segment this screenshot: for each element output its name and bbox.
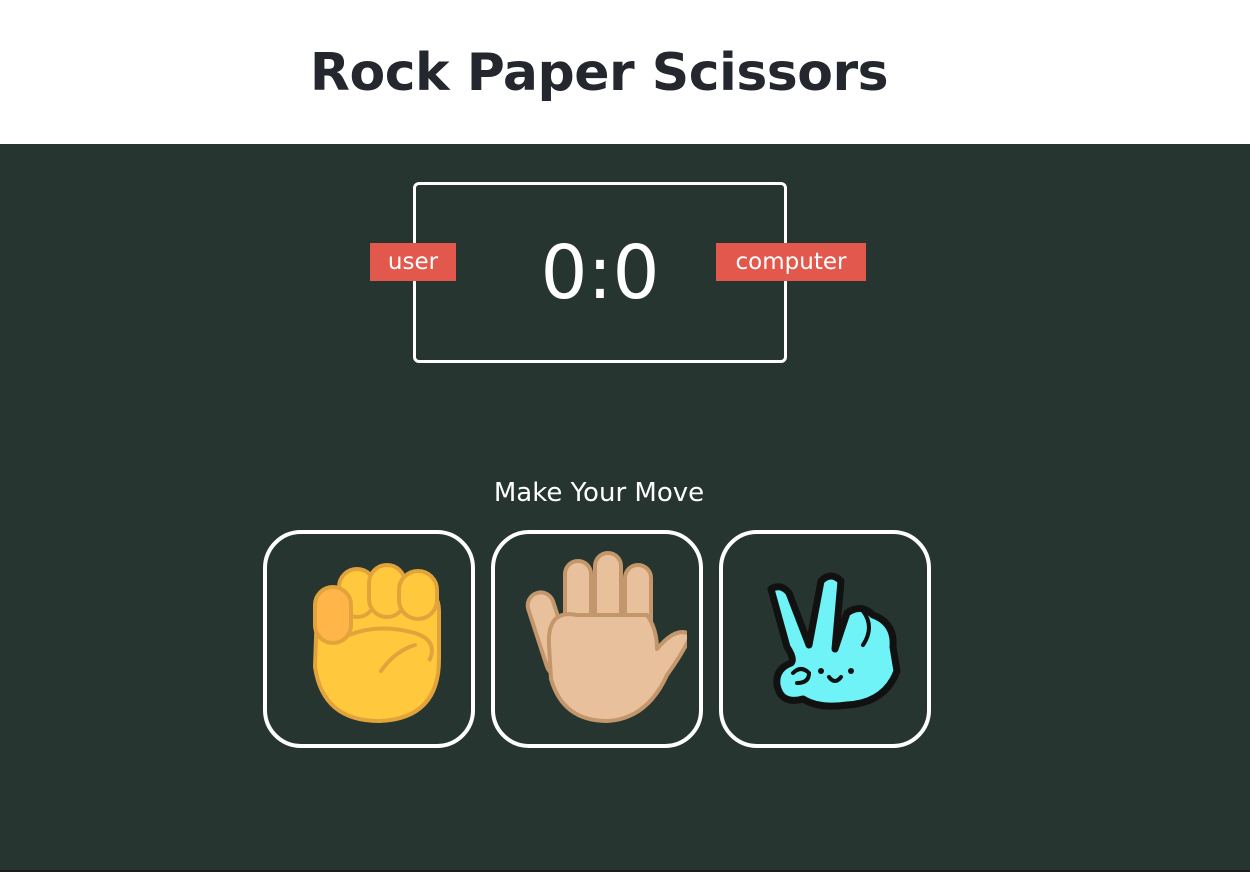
paper-button[interactable]: [491, 530, 703, 748]
move-prompt: Make Your Move: [493, 478, 705, 508]
victory-hand-icon: [767, 572, 901, 710]
page-title: Rock Paper Scissors: [309, 43, 889, 103]
computer-badge: computer: [716, 243, 866, 281]
raised-fist-icon: [313, 563, 441, 723]
raised-hand-icon: [525, 551, 687, 723]
user-badge: user: [370, 243, 456, 281]
rock-button[interactable]: [263, 530, 475, 748]
header: Rock Paper Scissors: [0, 0, 1250, 144]
scissors-button[interactable]: [719, 530, 931, 748]
game-board: 0:0 user computer Make Your Move: [0, 144, 1250, 870]
